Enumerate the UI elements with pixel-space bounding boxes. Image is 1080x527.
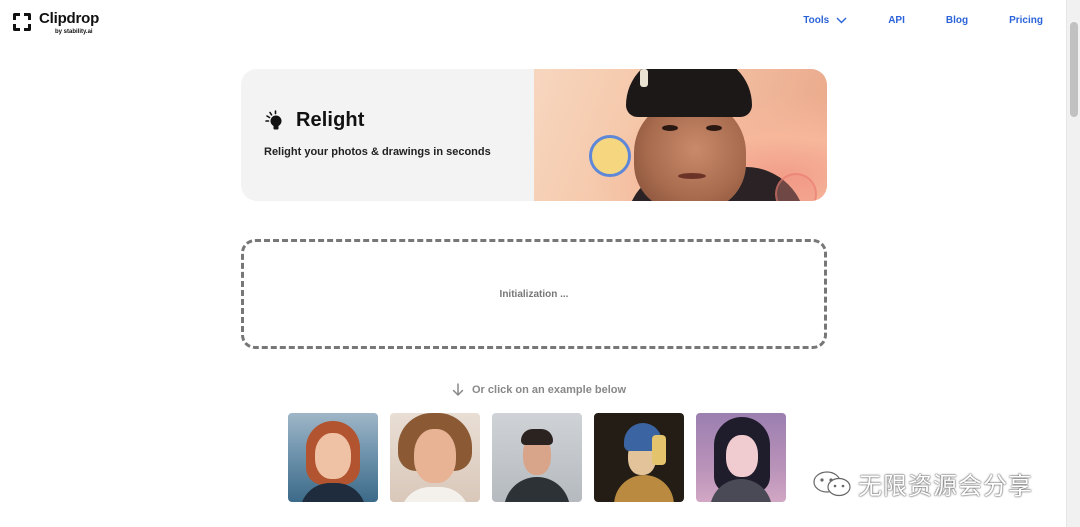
- light-source-handle: [589, 135, 631, 177]
- example-thumbnail-1[interactable]: [288, 413, 378, 502]
- example-thumbnail-5[interactable]: [696, 413, 786, 502]
- example-thumbnail-4[interactable]: [594, 413, 684, 502]
- dropzone-status: Initialization ...: [499, 288, 569, 300]
- logo-text: Clipdrop by stability.ai: [39, 11, 99, 35]
- hero-card: Relight Relight your photos & drawings i…: [241, 69, 827, 201]
- page-subtitle: Relight your photos & drawings in second…: [264, 146, 491, 158]
- clipdrop-logo[interactable]: Clipdrop by stability.ai: [13, 11, 99, 35]
- chevron-down-icon: [836, 17, 847, 24]
- logo-name: Clipdrop: [39, 10, 100, 27]
- lightbulb-icon: [265, 109, 282, 129]
- light-source-handle-secondary: [775, 173, 817, 201]
- watermark-text: 无限资源会分享: [858, 472, 1033, 500]
- nav-pricing[interactable]: Pricing: [1009, 15, 1043, 26]
- logo-subtitle: by stability.ai: [55, 29, 93, 35]
- upload-dropzone[interactable]: Initialization ...: [241, 239, 827, 349]
- top-header: Clipdrop by stability.ai Tools API Blog …: [0, 0, 1066, 44]
- example-thumbnail-2[interactable]: [390, 413, 480, 502]
- page-scrollbar[interactable]: [1066, 0, 1080, 527]
- example-thumbnail-3[interactable]: [492, 413, 582, 502]
- scrollbar-thumb[interactable]: [1070, 22, 1078, 117]
- arrow-down-icon: [452, 383, 464, 396]
- watermark: 无限资源会分享: [812, 466, 1033, 501]
- nav-tools-label: Tools: [803, 15, 830, 26]
- clipdrop-logo-icon: [13, 13, 31, 31]
- main-nav: Tools API Blog Pricing: [803, 15, 1043, 26]
- wechat-icon: [813, 470, 851, 496]
- nav-tools[interactable]: Tools: [803, 15, 847, 26]
- hero-title-row: Relight: [264, 109, 364, 132]
- nav-blog[interactable]: Blog: [946, 15, 968, 26]
- page-title: Relight: [296, 109, 365, 131]
- hero-image: [534, 69, 827, 201]
- nav-api[interactable]: API: [888, 15, 905, 26]
- example-thumbnails: [288, 413, 786, 502]
- examples-label-text: Or click on an example below: [472, 384, 627, 396]
- examples-label: Or click on an example below: [452, 383, 626, 397]
